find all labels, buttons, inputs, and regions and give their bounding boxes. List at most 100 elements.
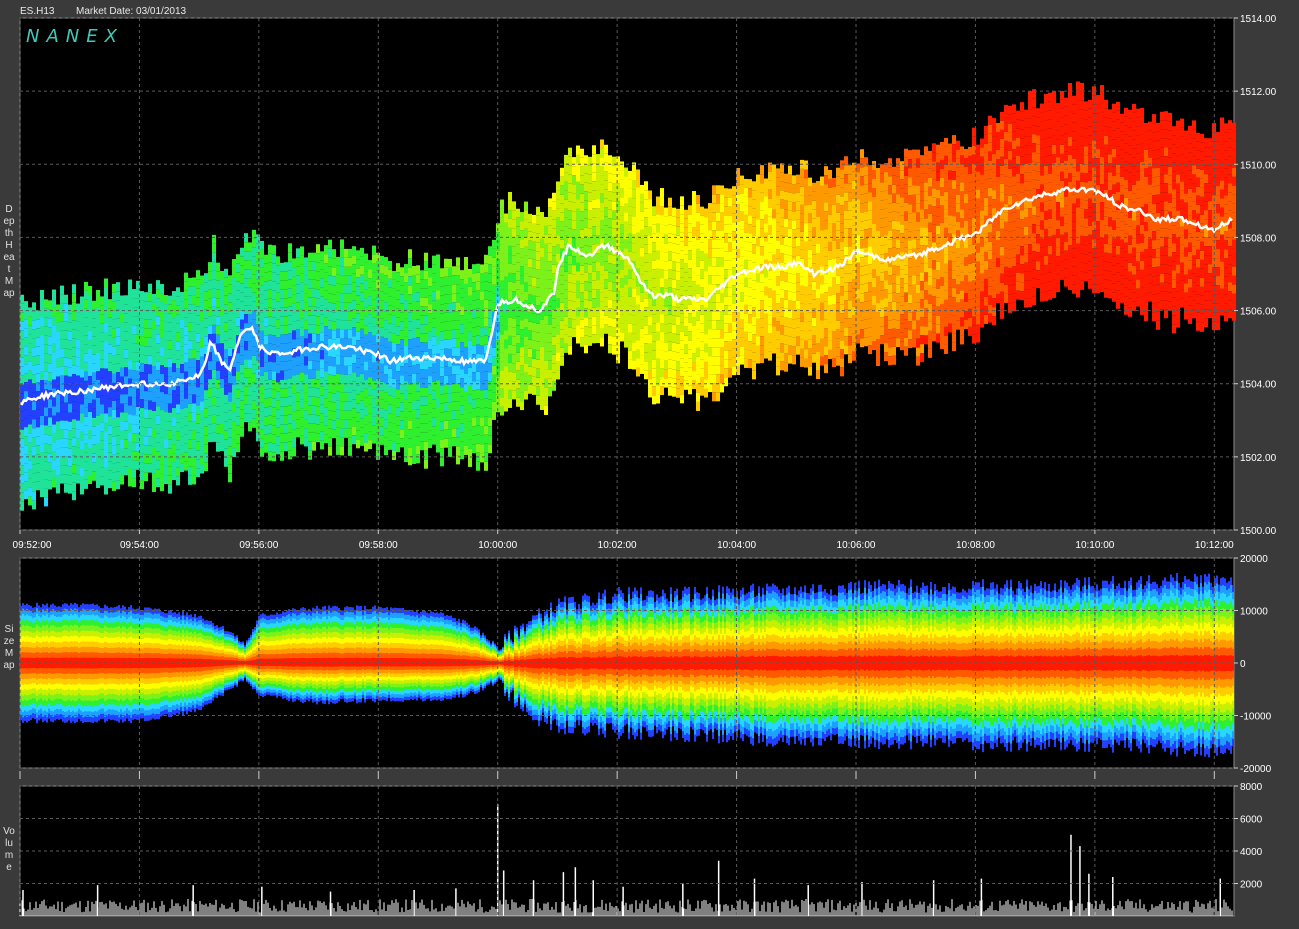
depth-heat-cell: [436, 273, 440, 282]
depth-heat-cell: [404, 318, 408, 327]
depth-heat-cell: [196, 351, 200, 360]
depth-heat-cell: [300, 291, 304, 300]
depth-heat-cell: [112, 401, 116, 410]
depth-heat-cell: [608, 155, 612, 164]
depth-heat-cell: [760, 219, 764, 228]
depth-heat-cell: [428, 367, 432, 376]
depth-heat-cell: [664, 352, 668, 361]
depth-heat-cell: [472, 408, 476, 417]
depth-heat-cell: [844, 336, 848, 345]
depth-heat-cell: [876, 294, 880, 303]
depth-heat-cell: [400, 366, 404, 375]
depth-heat-cell: [784, 237, 788, 246]
depth-heat-cell: [252, 410, 256, 419]
depth-heat-cell: [232, 403, 236, 412]
depth-heat-cell: [408, 456, 412, 465]
depth-heat-cell: [664, 361, 668, 370]
depth-heat-cell: [288, 378, 292, 387]
depth-heat-cell: [320, 278, 324, 287]
depth-heat-cell: [892, 284, 896, 293]
depth-heat-cell: [628, 216, 632, 225]
depth-heat-cell: [740, 338, 744, 347]
depth-heat-cell: [60, 331, 64, 340]
depth-heat-cell: [560, 231, 564, 240]
depth-heat-cell: [552, 229, 556, 238]
depth-heat-cell: [124, 457, 128, 466]
depth-heat-cell: [560, 168, 564, 177]
depth-heat-cell: [788, 175, 792, 184]
depth-heat-cell: [700, 360, 704, 369]
depth-heat-cell: [284, 442, 288, 451]
depth-heat-cell: [612, 193, 616, 202]
depth-heat-cell: [540, 221, 544, 230]
depth-heat-cell: [236, 281, 240, 290]
depth-heat-cell: [820, 285, 824, 294]
depth-heat-cell: [888, 347, 892, 356]
depth-heat-cell: [828, 341, 832, 350]
depth-heat-cell: [208, 415, 212, 424]
depth-heat-cell: [84, 453, 88, 462]
depth-heat-cell: [752, 298, 756, 307]
depth-heat-cell: [228, 473, 232, 482]
depth-heat-cell: [916, 159, 920, 168]
depth-heat-cell: [164, 295, 168, 304]
depth-heat-cell: [192, 277, 196, 286]
depth-heat-cell: [224, 269, 228, 278]
depth-heat-cell: [360, 374, 364, 383]
depth-heat-cell: [716, 257, 720, 266]
depth-heat-cell: [800, 205, 804, 214]
depth-heat-cell: [720, 293, 724, 302]
depth-heat-cell: [776, 177, 780, 186]
depth-heat-cell: [816, 244, 820, 253]
depth-heat-cell: [112, 455, 116, 464]
depth-heat-cell: [436, 435, 440, 444]
depth-heat-cell: [636, 331, 640, 340]
depth-heat-cell: [616, 192, 620, 201]
depth-heat-cell: [636, 223, 640, 232]
depth-heat-cell: [916, 348, 920, 357]
depth-heat-cell: [928, 295, 932, 304]
depth-heat-cell: [188, 440, 192, 449]
depth-heat-cell: [292, 366, 296, 375]
depth-heat-cell: [852, 190, 856, 199]
depth-heat-cell: [224, 314, 228, 323]
depth-heat-cell: [300, 246, 304, 255]
depth-heat-cell: [176, 323, 180, 332]
depth-heat-cell: [360, 284, 364, 293]
depth-heat-cell: [780, 217, 784, 226]
depth-heat-cell: [340, 401, 344, 410]
depth-heat-cell: [468, 431, 472, 440]
depth-heat-cell: [464, 383, 468, 392]
depth-heat-cell: [908, 276, 912, 285]
depth-heat-cell: [744, 215, 748, 224]
depth-heat-cell: [628, 351, 632, 360]
depth-heat-cell: [700, 351, 704, 360]
depth-heat-cell: [880, 308, 884, 317]
depth-heat-cell: [164, 403, 168, 412]
depth-heat-cell: [112, 365, 116, 374]
depth-heat-cell: [244, 278, 248, 287]
depth-heat-cell: [240, 356, 244, 365]
depth-heat-cell: [96, 398, 100, 407]
depth-heat-cell: [884, 172, 888, 181]
depth-heat-cell: [720, 239, 724, 248]
depth-heat-cell: [324, 317, 328, 326]
depth-heat-cell: [408, 276, 412, 285]
depth-heat-cell: [84, 462, 88, 471]
depth-heat-cell: [456, 401, 460, 410]
depth-heat-cell: [352, 417, 356, 426]
depth-heat-cell: [880, 164, 884, 173]
depth-heat-cell: [408, 411, 412, 420]
depth-heat-cell: [88, 358, 92, 367]
depth-heat-cell: [416, 319, 420, 328]
depth-heat-cell: [352, 435, 356, 444]
depth-heat-cell: [424, 334, 428, 343]
depth-heat-cell: [704, 289, 708, 298]
depth-heat-cell: [60, 313, 64, 322]
depth-heat-cell: [60, 466, 64, 475]
depth-heat-cell: [292, 330, 296, 339]
depth-heat-cell: [304, 401, 308, 410]
depth-heat-cell: [548, 198, 552, 207]
depth-heat-cell: [824, 328, 828, 337]
depth-heat-cell: [652, 305, 656, 314]
